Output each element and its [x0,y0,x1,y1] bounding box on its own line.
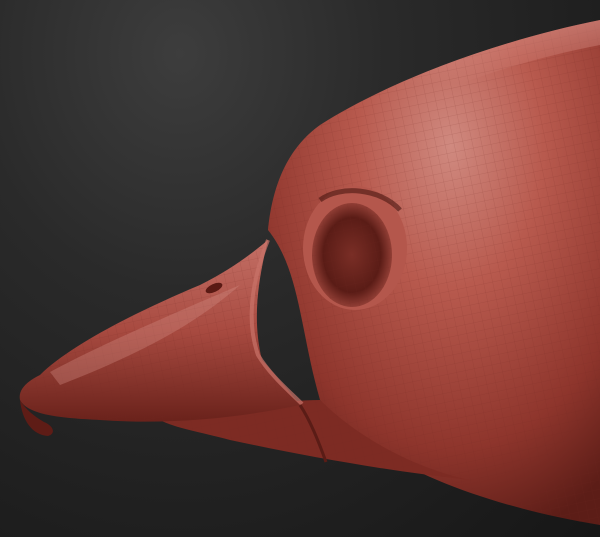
eye-socket [303,186,407,310]
sculpt-viewport[interactable] [0,0,600,537]
duck-head-sculpt [19,20,600,525]
